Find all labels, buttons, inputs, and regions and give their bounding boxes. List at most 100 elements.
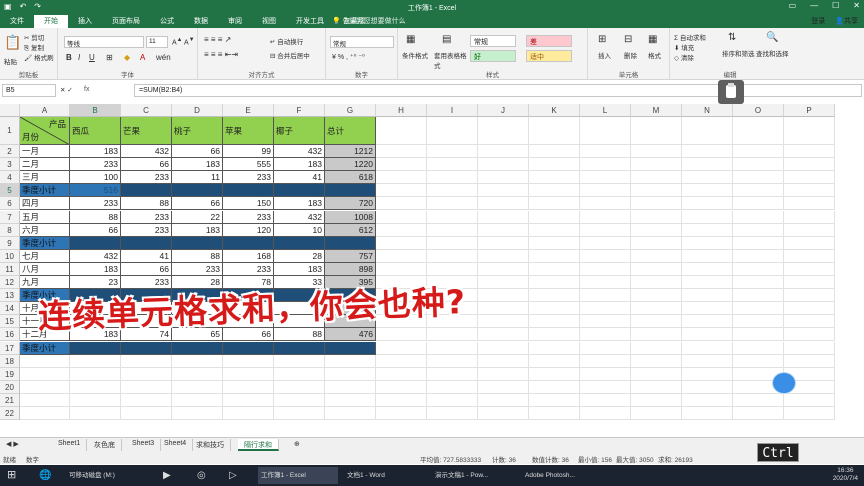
grid-cell[interactable] [427,158,478,172]
value-cell[interactable]: 183 [274,158,325,172]
grid-cell[interactable] [682,393,733,407]
column-header[interactable]: O [733,104,784,117]
taskbar-item-4[interactable]: Adobe Photosh... [522,467,612,484]
grid-cell[interactable] [70,407,121,421]
value-cell[interactable]: 625 [274,236,325,250]
grid-cell[interactable] [784,341,835,355]
tab-7[interactable]: 视图 [252,15,286,28]
grid-cell[interactable] [529,236,580,250]
value-cell[interactable]: 22 [172,210,223,224]
grid-cell[interactable] [529,367,580,381]
style-good[interactable]: 好 [470,50,516,62]
grid-cell[interactable] [427,184,478,198]
fx-icon[interactable]: fx [84,86,89,93]
sheet-tab-4[interactable]: 求和技巧 [190,439,231,451]
grid-cell[interactable] [478,236,529,250]
grid-cell[interactable] [682,197,733,211]
select-all-corner[interactable] [0,104,20,117]
wrap-text-button[interactable]: ↵ 自动换行 [270,36,303,46]
grid-cell[interactable] [376,380,427,394]
grid-cell[interactable] [478,171,529,185]
value-cell[interactable]: 66 [121,158,172,172]
value-cell[interactable]: 233 [223,171,274,185]
column-header[interactable]: C [121,104,172,117]
value-cell[interactable]: 88 [274,328,325,342]
grid-cell[interactable] [121,354,172,368]
row-header[interactable]: 9 [0,236,20,250]
align-left-icon[interactable]: ≡ ≡ ≡ ⇤⇥ [204,50,238,59]
grid-cell[interactable] [20,407,70,421]
grid-cell[interactable] [121,407,172,421]
row-header[interactable]: 12 [0,276,20,290]
value-cell[interactable]: 183 [274,197,325,211]
tell-me-search[interactable]: 💡 告诉我您想要做什么 [332,16,406,26]
value-cell[interactable]: 555 [223,158,274,172]
grid-cell[interactable] [20,380,70,394]
row-header[interactable]: 1 [0,117,20,145]
grid-cell[interactable] [682,341,733,355]
grid-cell[interactable] [784,407,835,421]
row-header[interactable]: 4 [0,171,20,185]
grid-cell[interactable] [478,302,529,316]
grid-cell[interactable] [529,223,580,237]
grid-cell[interactable] [274,354,325,368]
grid-cell[interactable] [631,145,682,159]
value-cell[interactable]: 66 [121,262,172,276]
grid-cell[interactable] [784,184,835,198]
grid-cell[interactable] [70,393,121,407]
grid-cell[interactable] [529,158,580,172]
grid-cell[interactable] [631,158,682,172]
value-cell[interactable]: 233 [223,262,274,276]
row-label-cell[interactable]: 五月 [20,210,70,224]
value-cell[interactable]: 100 [70,171,121,185]
paste-button[interactable]: 粘贴 [4,56,17,66]
grid-cell[interactable] [529,393,580,407]
grid-cell[interactable] [733,328,784,342]
grid-cell[interactable] [478,158,529,172]
row-header[interactable]: 8 [0,223,20,237]
grid-cell[interactable] [478,393,529,407]
value-cell[interactable]: 28 [274,249,325,263]
close-icon[interactable]: ✕ [853,1,860,10]
grid-cell[interactable] [733,341,784,355]
insert-cells-icon[interactable]: ⊞ [598,34,606,45]
grid-cell[interactable] [580,184,631,198]
grid-cell[interactable] [631,367,682,381]
value-cell[interactable]: 260 [172,184,223,198]
grid-cell[interactable] [478,184,529,198]
taskbar-item-1[interactable]: 工作簿1 - Excel [258,467,338,484]
grid-cell[interactable] [682,302,733,316]
grid-cell[interactable] [478,262,529,276]
tab-0[interactable]: 文件 [0,15,34,28]
value-cell[interactable]: 183 [70,145,121,159]
value-cell[interactable]: 271 [172,236,223,250]
find-select-icon[interactable]: 🔍 [766,32,778,43]
grid-cell[interactable] [427,171,478,185]
grid-cell[interactable] [682,210,733,224]
value-cell[interactable]: 656 [274,184,325,198]
grid-cell[interactable] [580,171,631,185]
grid-cell[interactable] [682,315,733,329]
grid-cell[interactable] [682,223,733,237]
grid-cell[interactable] [70,354,121,368]
add-sheet-icon[interactable]: ⊕ [288,439,306,451]
format-cells-icon[interactable]: ▦ [648,34,657,45]
grid-cell[interactable] [529,117,580,145]
grid-cell[interactable] [427,393,478,407]
grid-cell[interactable] [580,302,631,316]
value-cell[interactable]: 120 [223,223,274,237]
sort-filter-button[interactable]: 排序和筛选 [722,48,755,58]
row-header[interactable]: 16 [0,328,20,342]
delete-cells-icon[interactable]: ⊟ [624,34,632,45]
column-header[interactable]: K [529,104,580,117]
grid-cell[interactable] [733,117,784,145]
grid-cell[interactable] [172,380,223,394]
grid-cell[interactable] [580,223,631,237]
total-cell[interactable]: 618 [325,171,376,185]
row-label-cell[interactable]: 四月 [20,197,70,211]
value-cell[interactable]: 66 [172,197,223,211]
table-header-cell[interactable]: 苹果 [223,117,274,145]
grid-cell[interactable] [682,380,733,394]
value-cell[interactable]: 183 [172,223,223,237]
value-cell[interactable]: 387 [70,236,121,250]
